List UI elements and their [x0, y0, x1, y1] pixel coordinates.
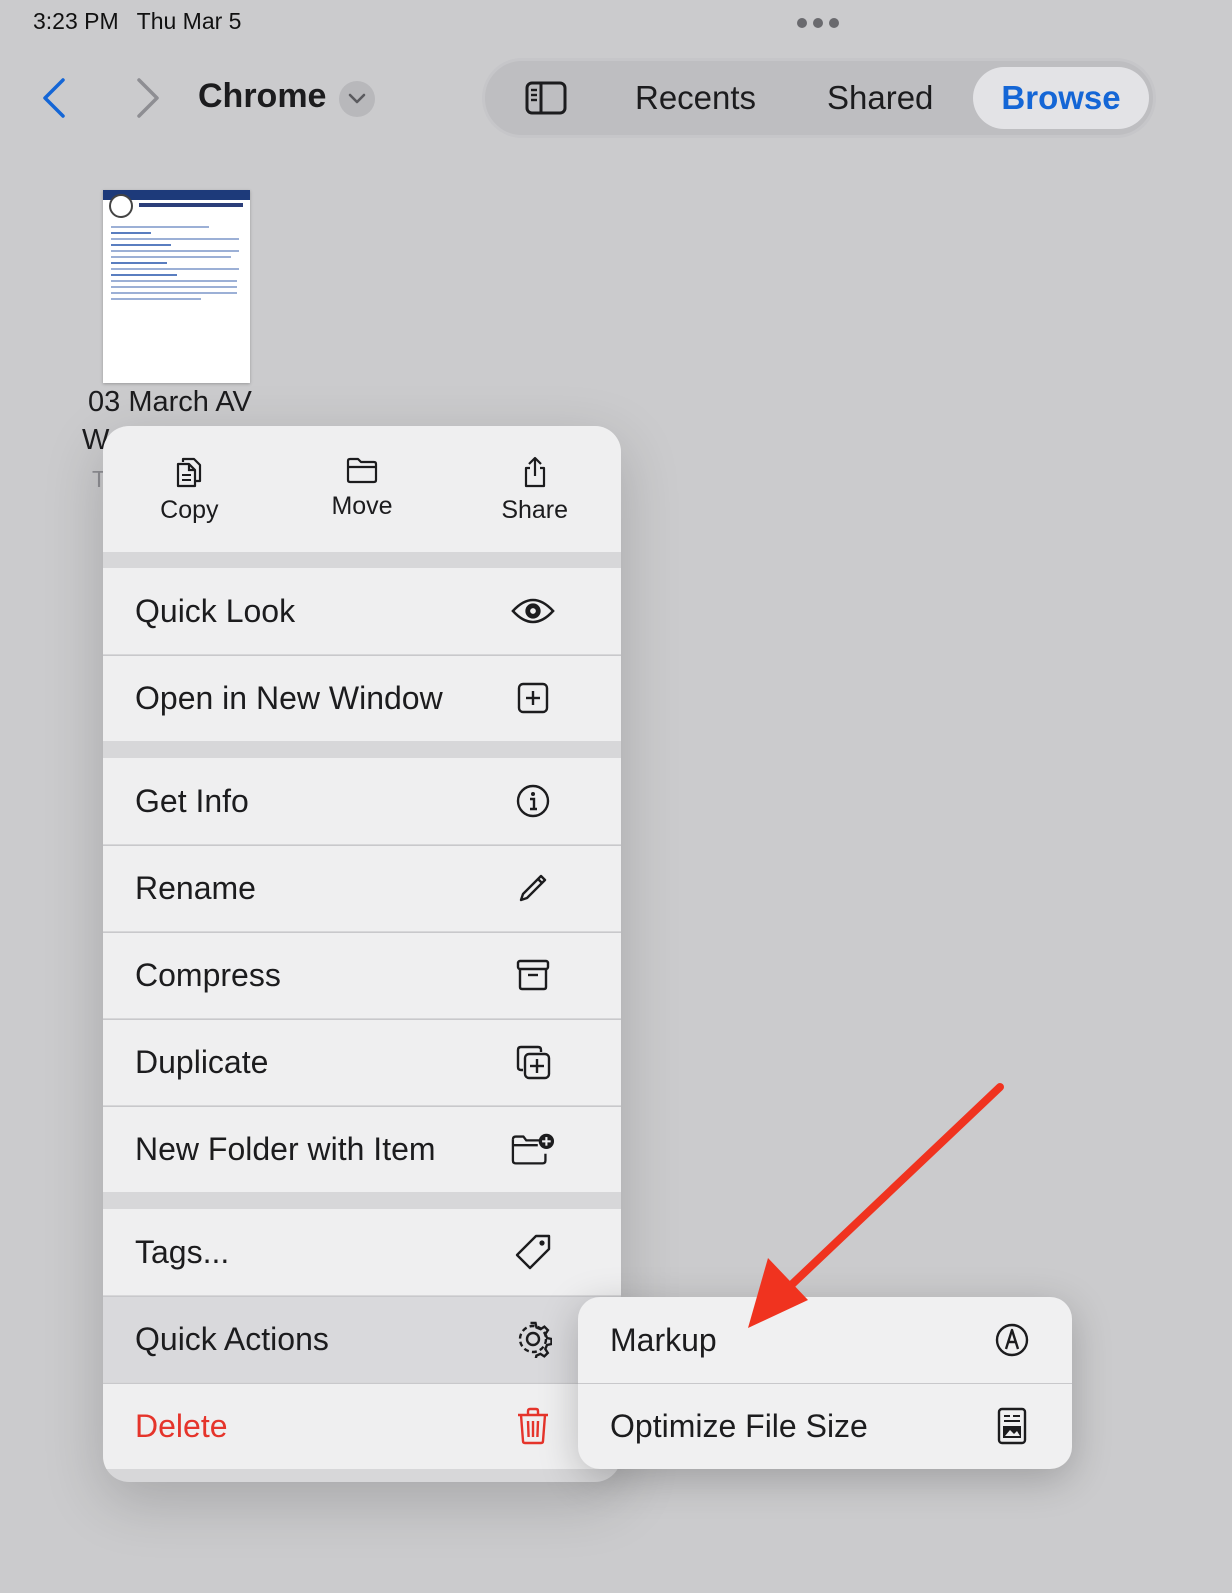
multitasking-dots-icon[interactable] [797, 18, 839, 28]
quick-actions-submenu: Markup Optimize File Size [578, 1297, 1072, 1469]
chevron-right-icon [137, 78, 159, 118]
title-menu-button[interactable] [339, 81, 375, 117]
submenu-item-label: Optimize File Size [610, 1407, 868, 1444]
sidebar-toggle-button[interactable] [525, 61, 567, 135]
menu-item-delete[interactable]: Delete [103, 1383, 621, 1469]
menu-item-label: New Folder with Item [135, 1130, 436, 1167]
menu-item-label: Compress [135, 956, 281, 993]
status-bar: 3:23 PM Thu Mar 5 [33, 8, 241, 35]
submenu-item-label: Markup [610, 1321, 717, 1358]
status-date: Thu Mar 5 [136, 8, 242, 34]
status-time: 3:23 PM [33, 8, 119, 34]
folder-icon [346, 457, 378, 484]
submenu-item-optimize-file-size[interactable]: Optimize File Size [578, 1383, 1072, 1469]
folder-badge-plus-icon [511, 1133, 555, 1165]
move-button[interactable]: Move [276, 426, 449, 552]
menu-item-compress[interactable]: Compress [103, 932, 621, 1018]
context-menu: Copy Move Share Quick Look Open in New W… [103, 426, 621, 1482]
copy-label: Copy [160, 496, 219, 524]
sidebar-icon [525, 81, 567, 115]
gear-icon [518, 1321, 552, 1358]
menu-item-quick-actions[interactable]: Quick Actions [103, 1296, 621, 1382]
page-title[interactable]: Chrome [198, 77, 326, 116]
tab-shared[interactable]: Shared [827, 61, 933, 135]
chevron-left-icon [43, 78, 65, 118]
menu-item-label: Tags... [135, 1233, 230, 1270]
forward-button[interactable] [128, 74, 168, 122]
menu-item-duplicate[interactable]: Duplicate [103, 1019, 621, 1105]
menu-item-label: Open in New Window [135, 679, 443, 716]
share-icon [524, 456, 545, 488]
view-segmented-control: Recents Shared Browse [482, 58, 1156, 138]
menu-item-label: Rename [135, 869, 256, 906]
menu-item-label: Quick Look [135, 592, 296, 629]
file-name: 03 March AV [88, 386, 252, 418]
menu-item-label: Get Info [135, 782, 249, 819]
copy-button[interactable]: Copy [103, 426, 276, 552]
markup-pen-icon [995, 1323, 1029, 1357]
share-label: Share [501, 496, 569, 524]
trash-icon [518, 1407, 548, 1445]
info-icon [516, 784, 550, 818]
tab-recents[interactable]: Recents [635, 61, 756, 135]
menu-item-new-folder-with-item[interactable]: New Folder with Item [103, 1106, 621, 1192]
tab-browse[interactable]: Browse [973, 67, 1149, 129]
menu-item-label: Delete [135, 1407, 228, 1444]
document-seal-logo [109, 194, 133, 218]
menu-item-rename[interactable]: Rename [103, 845, 621, 931]
pencil-icon [519, 874, 547, 902]
menu-item-label: Duplicate [135, 1043, 269, 1080]
copy-icon [177, 457, 202, 488]
menu-item-open-new-window[interactable]: Open in New Window [103, 655, 621, 741]
menu-item-label: Quick Actions [135, 1320, 329, 1357]
duplicate-icon [516, 1045, 551, 1080]
menu-item-get-info[interactable]: Get Info [103, 758, 621, 844]
menu-item-quick-look[interactable]: Quick Look [103, 568, 621, 654]
menu-top-actions: Copy Move Share [103, 426, 621, 552]
menu-item-tags[interactable]: Tags... [103, 1209, 621, 1295]
eye-icon [511, 598, 555, 624]
back-button[interactable] [34, 74, 74, 122]
chevron-down-icon [348, 93, 366, 104]
document-image-icon [997, 1407, 1027, 1445]
plus-square-icon [517, 682, 549, 714]
tag-icon [515, 1234, 551, 1270]
submenu-item-markup[interactable]: Markup [578, 1297, 1072, 1383]
share-button[interactable]: Share [448, 426, 621, 552]
file-thumbnail[interactable] [103, 190, 250, 383]
archive-box-icon [516, 959, 550, 991]
move-label: Move [331, 492, 393, 520]
